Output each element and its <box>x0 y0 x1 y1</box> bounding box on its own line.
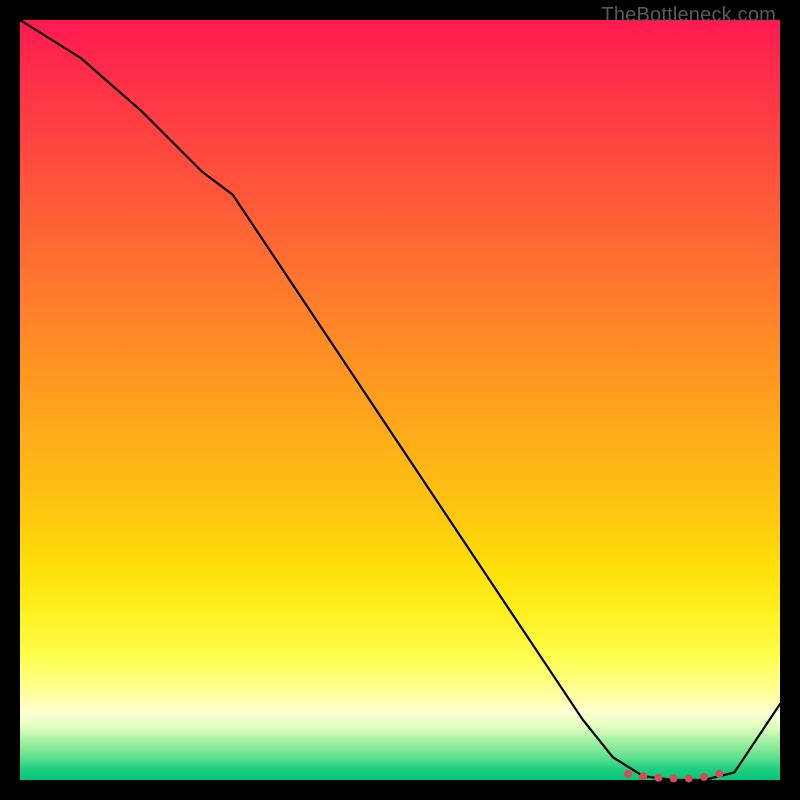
chart-container: TheBottleneck.com <box>0 0 800 800</box>
optimal-marker-dot <box>654 774 662 782</box>
bottleneck-curve <box>20 20 780 780</box>
optimal-marker-dot <box>670 774 678 782</box>
optimal-markers <box>624 770 723 783</box>
optimal-marker-dot <box>624 770 632 778</box>
optimal-marker-dot <box>700 773 708 781</box>
optimal-marker-dot <box>685 774 693 782</box>
optimal-marker-dot <box>639 772 647 780</box>
optimal-marker-dot <box>715 770 723 778</box>
chart-svg <box>20 20 780 780</box>
